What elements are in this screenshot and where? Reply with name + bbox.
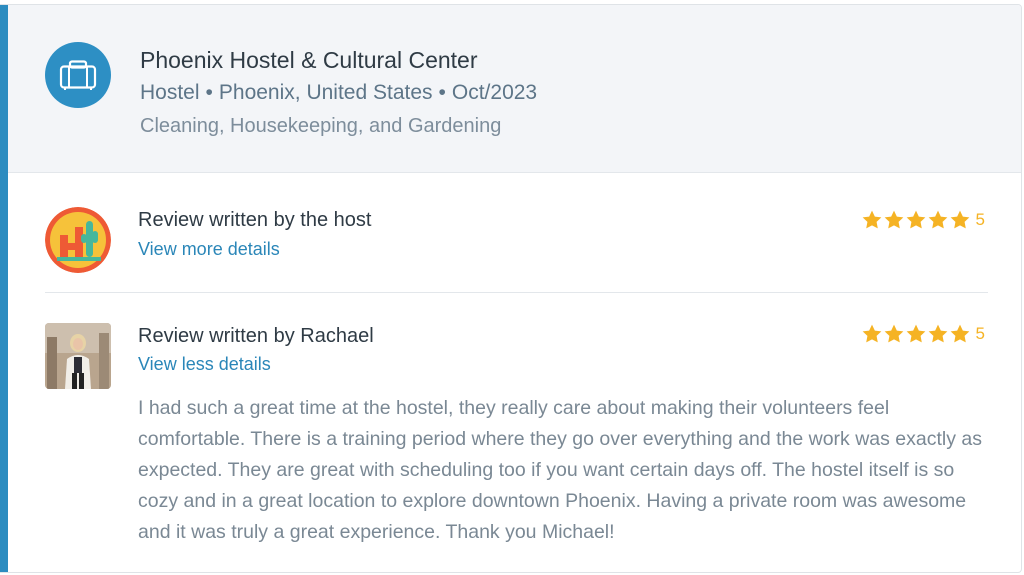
review-title: Review written by the host [138,209,372,231]
star-icon [906,210,925,229]
cactus-logo-icon [45,207,111,273]
star-rating [861,323,971,345]
rachael-avatar [45,323,111,389]
review-host: Review written by the host View more det… [8,173,1021,291]
rating: 5 [861,323,985,345]
review-rachael: Review written by Rachael View less deta… [8,293,1021,572]
review-text: I had such a great time at the hostel, t… [138,397,982,543]
separator-dot: • [438,81,446,104]
star-icon [884,324,903,343]
host-avatar [45,207,111,273]
separator-dot: • [205,81,213,104]
person-photo-icon [45,323,111,389]
rating-value: 5 [975,324,985,343]
card-header: Phoenix Hostel & Cultural Center Hostel •… [8,5,1021,173]
review-title: Review written by Rachael [138,325,374,347]
stay-date: Oct/2023 [451,81,538,104]
star-icon [928,210,947,229]
star-icon [862,210,881,229]
view-more-details-link[interactable]: View more details [138,239,280,260]
star-icon [950,210,969,229]
star-rating [861,209,971,231]
accent-bar [0,5,8,572]
star-icon [862,324,881,343]
host-location: Phoenix, United States [218,81,433,104]
star-icon [928,324,947,343]
rating: 5 [861,209,985,231]
experience-card: Phoenix Hostel & Cultural Center Hostel •… [0,4,1022,573]
host-meta: Hostel • Phoenix, United States • Oct/2023 [140,81,537,105]
host-title: Phoenix Hostel & Cultural Center [140,47,478,73]
host-type: Hostel [140,81,200,104]
star-icon [906,324,925,343]
rating-value: 5 [975,210,985,229]
view-less-details-link[interactable]: View less details [138,354,271,375]
star-icon [884,210,903,229]
skills-list: Cleaning, Housekeeping, and Gardening [140,115,502,137]
briefcase-icon [45,42,111,108]
star-icon [950,324,969,343]
